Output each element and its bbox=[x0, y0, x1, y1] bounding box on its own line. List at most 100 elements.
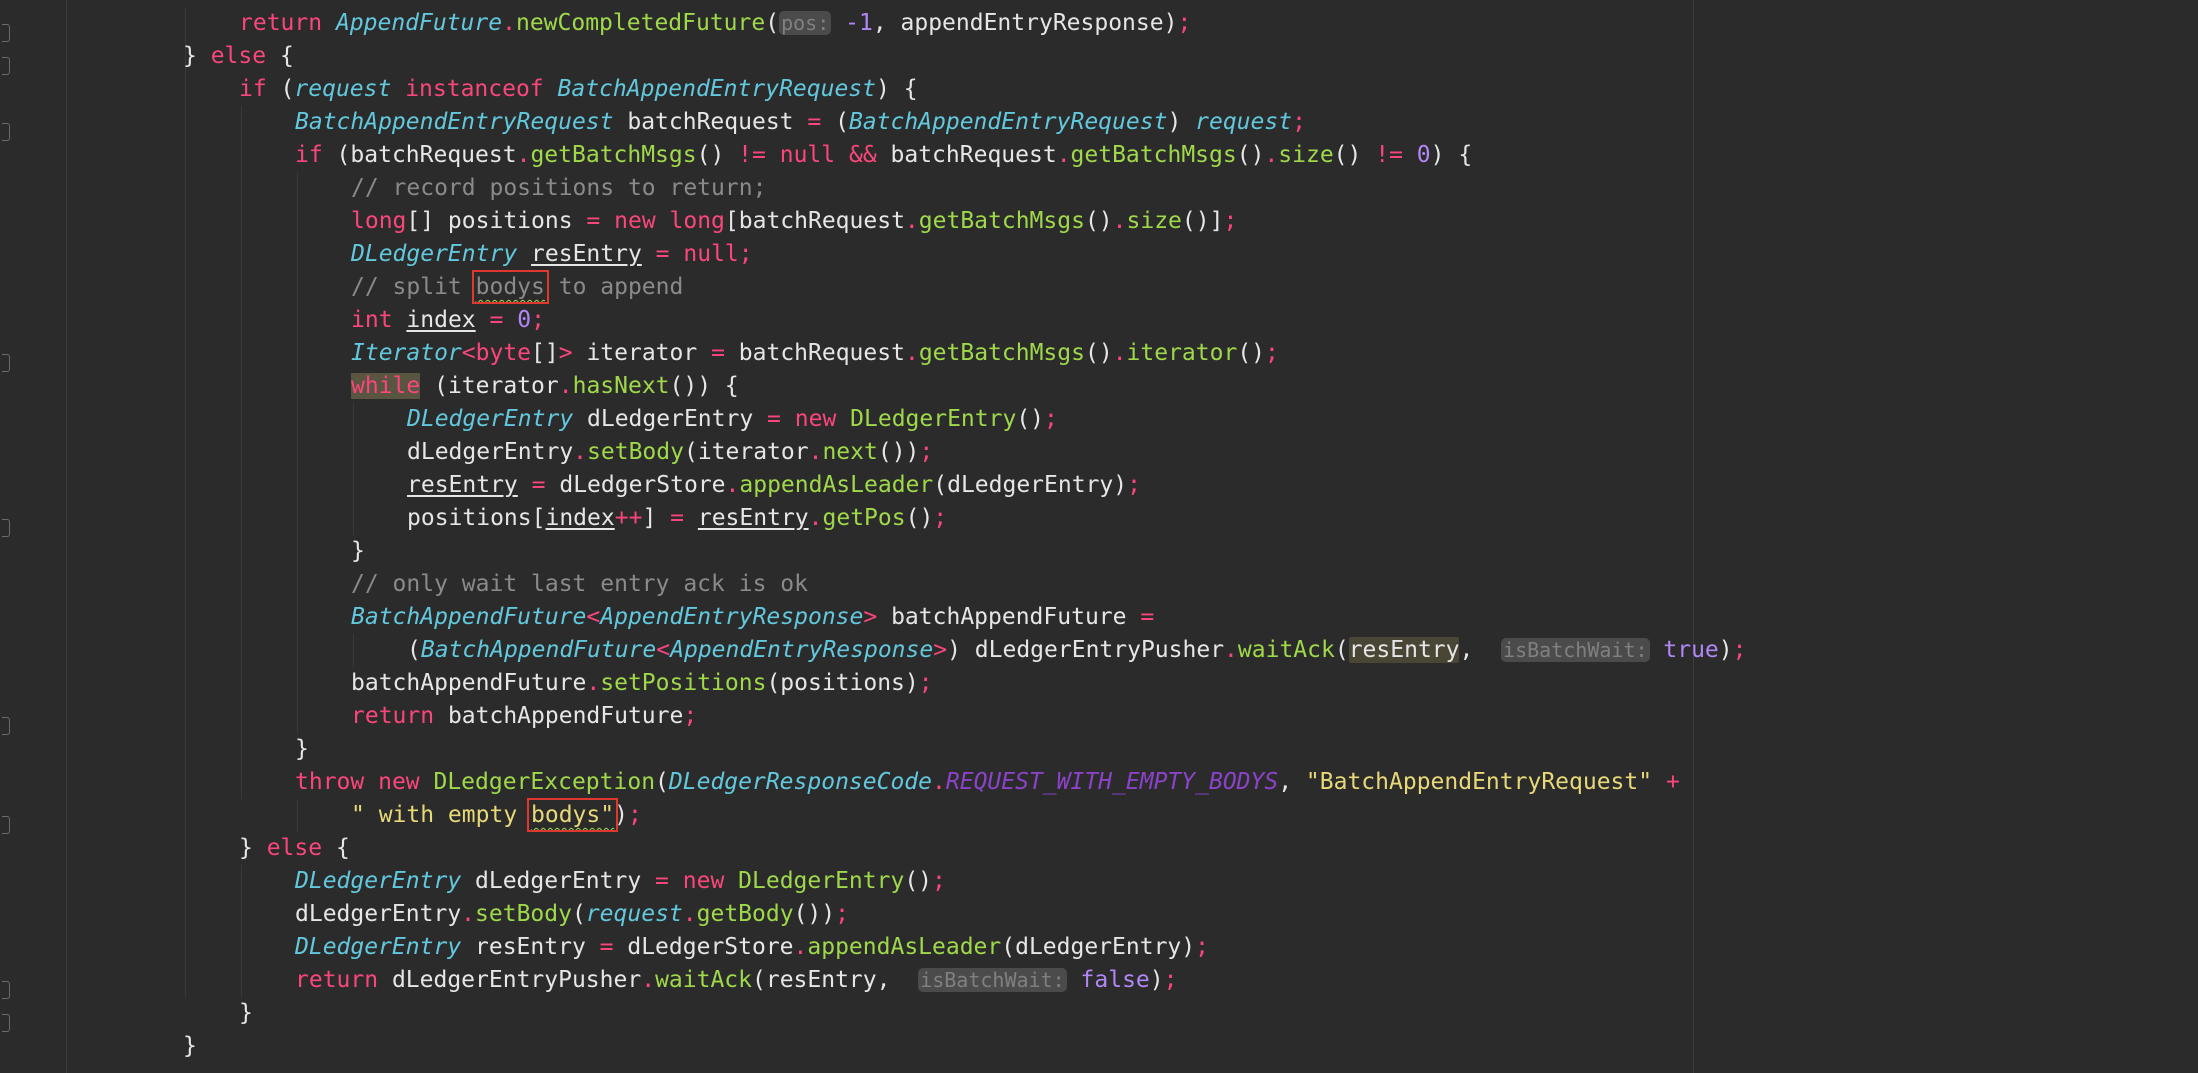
code-line[interactable]: DLedgerEntry dLedgerEntry = new DLedgerE… bbox=[0, 865, 1747, 898]
code-token: DLedgerEntry bbox=[295, 934, 462, 960]
code-token: batchAppendFuture bbox=[877, 604, 1141, 630]
code-token: getBatchMsgs bbox=[918, 208, 1085, 234]
code-line[interactable]: throw new DLedgerException(DLedgerRespon… bbox=[0, 766, 1747, 799]
code-token: waitAck bbox=[655, 967, 752, 993]
code-token: . bbox=[682, 901, 697, 927]
code-token: return bbox=[351, 703, 435, 729]
code-line[interactable]: positions[index++] = resEntry.getPos(); bbox=[0, 502, 1747, 535]
code-token: to append bbox=[544, 274, 684, 300]
code-token: < bbox=[656, 637, 671, 663]
code-token: < bbox=[461, 340, 476, 366]
code-line[interactable]: } else { bbox=[0, 832, 1747, 865]
code-line[interactable]: DLedgerEntry resEntry = dLedgerStore.app… bbox=[0, 931, 1747, 964]
code-token: () bbox=[1084, 340, 1113, 366]
code-line[interactable]: if (batchRequest.getBatchMsgs() != null … bbox=[0, 139, 1747, 172]
code-line[interactable]: while (iterator.hasNext()) { bbox=[0, 370, 1747, 403]
code-line[interactable]: (BatchAppendFuture<AppendEntryResponse>)… bbox=[0, 634, 1747, 667]
code-line[interactable]: return dLedgerEntryPusher.waitAck(resEnt… bbox=[0, 964, 1747, 997]
code-line[interactable]: } bbox=[0, 997, 1747, 1030]
code-token: . bbox=[904, 340, 919, 366]
code-line[interactable]: // only wait last entry ack is ok bbox=[0, 568, 1747, 601]
code-token: batchAppendFuture bbox=[434, 703, 684, 729]
code-line[interactable]: BatchAppendFuture<AppendEntryResponse> b… bbox=[0, 601, 1747, 634]
code-line[interactable]: DLedgerEntry resEntry = null; bbox=[0, 238, 1747, 271]
code-line[interactable]: if (request instanceof BatchAppendEntryR… bbox=[0, 73, 1747, 106]
code-token: } bbox=[183, 43, 211, 69]
code-token: . bbox=[932, 769, 946, 795]
code-area[interactable]: return AppendFuture.newCompletedFuture(p… bbox=[0, 7, 1747, 1063]
code-token: } bbox=[351, 538, 365, 564]
code-token: long bbox=[351, 208, 407, 234]
code-line[interactable]: dLedgerEntry.setBody(iterator.next()); bbox=[0, 436, 1747, 469]
code-token: setPositions bbox=[600, 670, 767, 696]
code-token: (resEntry, bbox=[752, 967, 919, 993]
code-line[interactable]: DLedgerEntry dLedgerEntry = new DLedgerE… bbox=[0, 403, 1747, 436]
code-token: . bbox=[1112, 340, 1127, 366]
code-line[interactable]: } bbox=[0, 535, 1747, 568]
code-token: () bbox=[904, 868, 933, 894]
code-token: resEntry bbox=[1348, 637, 1460, 663]
code-line[interactable]: } else { bbox=[0, 40, 1747, 73]
code-token: throw bbox=[295, 769, 379, 795]
code-line[interactable]: // record positions to return; bbox=[0, 172, 1747, 205]
code-line[interactable]: batchAppendFuture.setPositions(positions… bbox=[0, 667, 1747, 700]
code-token: ; bbox=[1044, 406, 1058, 432]
code-token: , appendEntryResponse) bbox=[872, 10, 1178, 36]
code-token: ) { bbox=[876, 76, 918, 102]
code-token: != bbox=[1375, 142, 1403, 168]
code-token: ( bbox=[266, 76, 295, 102]
code-token: ; bbox=[531, 307, 545, 333]
code-line[interactable]: Iterator<byte[]> iterator = batchRequest… bbox=[0, 337, 1747, 370]
code-token: ; bbox=[1127, 472, 1141, 498]
code-token: resEntry bbox=[407, 472, 518, 498]
code-token: -1 bbox=[845, 10, 873, 36]
code-token: . bbox=[1224, 637, 1238, 663]
code-token: . bbox=[502, 10, 516, 36]
code-token: ; bbox=[918, 670, 933, 696]
code-token: != bbox=[738, 142, 766, 168]
code-token: BatchAppendEntryRequest bbox=[848, 109, 1168, 135]
code-token: request bbox=[585, 901, 683, 927]
code-line[interactable]: return batchAppendFuture; bbox=[0, 700, 1747, 733]
code-editor[interactable]: return AppendFuture.newCompletedFuture(p… bbox=[0, 0, 2198, 1073]
code-token: ) { bbox=[1430, 142, 1473, 168]
code-token: = bbox=[711, 340, 725, 366]
code-token: false bbox=[1080, 967, 1150, 993]
code-token: appendAsLeader bbox=[739, 472, 934, 498]
code-token: < bbox=[586, 604, 601, 630]
code-token: byte bbox=[475, 340, 532, 366]
code-line[interactable]: // split bodys to append bbox=[0, 270, 1747, 304]
code-token: DLedgerEntry bbox=[407, 406, 574, 432]
code-token: batchAppendFuture bbox=[351, 670, 587, 696]
code-token: ] bbox=[642, 505, 671, 531]
code-token: . bbox=[725, 472, 740, 498]
code-token: [] bbox=[531, 340, 559, 366]
code-token: ; bbox=[835, 901, 849, 927]
code-token: next bbox=[822, 439, 878, 465]
code-token: = bbox=[489, 307, 504, 333]
code-token: . bbox=[1056, 142, 1071, 168]
code-token: ( bbox=[571, 901, 586, 927]
code-line[interactable]: resEntry = dLedgerStore.appendAsLeader(d… bbox=[0, 469, 1747, 502]
code-line[interactable]: dLedgerEntry.setBody(request.getBody()); bbox=[0, 898, 1747, 931]
code-token: BatchAppendFuture bbox=[420, 637, 657, 663]
code-token: size bbox=[1126, 208, 1182, 234]
code-line[interactable]: " with empty bodys"); bbox=[0, 798, 1747, 832]
code-token: ()) bbox=[793, 901, 836, 927]
parameter-hint: isBatchWait: bbox=[1501, 638, 1650, 662]
code-line[interactable]: return AppendFuture.newCompletedFuture(p… bbox=[0, 7, 1747, 40]
code-line[interactable]: int index = 0; bbox=[0, 304, 1747, 337]
code-token: batchRequest bbox=[613, 109, 808, 135]
code-token: ; bbox=[1195, 934, 1209, 960]
code-token: " with empty bbox=[351, 802, 532, 828]
code-line[interactable]: BatchAppendEntryRequest batchRequest = (… bbox=[0, 106, 1747, 139]
code-token: ; bbox=[1732, 637, 1747, 663]
code-token: AppendEntryResponse bbox=[670, 637, 934, 663]
code-line[interactable]: } bbox=[0, 1030, 1747, 1063]
code-line[interactable]: long[] positions = new long[batchRequest… bbox=[0, 205, 1747, 238]
code-token: { bbox=[322, 835, 350, 861]
code-line[interactable]: } bbox=[0, 733, 1747, 766]
